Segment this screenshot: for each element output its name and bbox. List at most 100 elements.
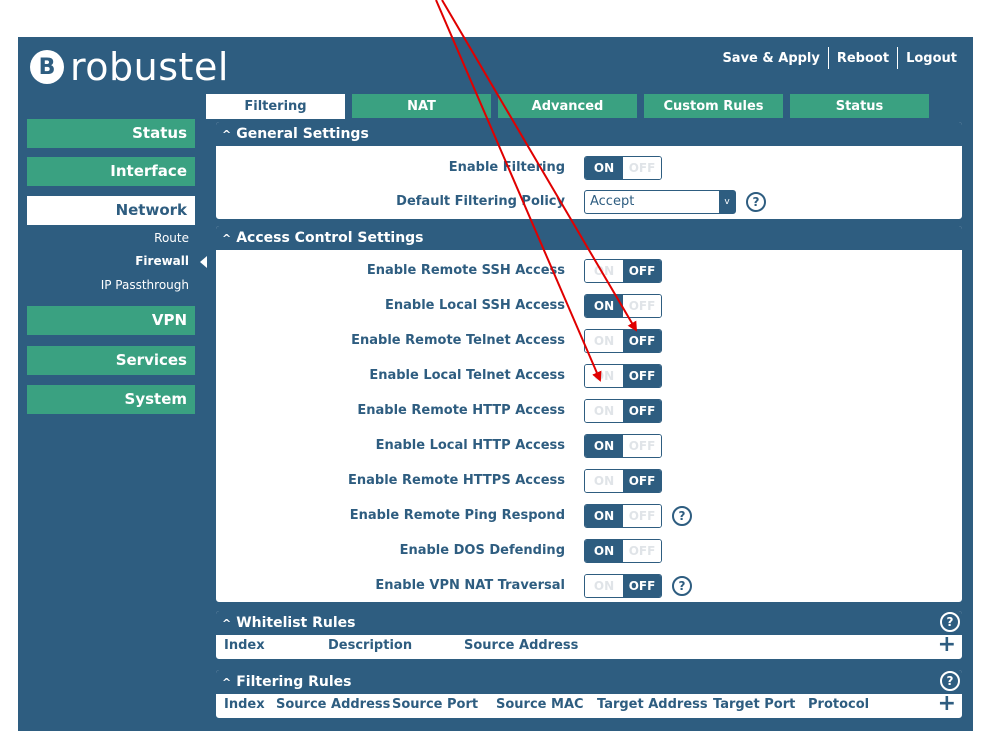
column-header: Source Port xyxy=(392,697,479,712)
toggle-on-part: ON xyxy=(585,540,623,562)
access-control-toggle[interactable]: ON OFF xyxy=(584,259,662,283)
access-control-row: Enable Remote HTTP Access ON OFF xyxy=(216,399,962,423)
enable-filtering-toggle[interactable]: ON OFF xyxy=(584,156,662,180)
help-icon[interactable]: ? xyxy=(940,612,960,632)
collapse-caret-icon: ^ xyxy=(222,616,232,630)
access-control-toggle[interactable]: ON OFF xyxy=(584,399,662,423)
access-control-row: Enable Local Telnet Access ON OFF xyxy=(216,364,962,388)
help-icon[interactable]: ? xyxy=(940,671,960,691)
tab-custom-rules[interactable]: Custom Rules xyxy=(644,94,783,118)
router-web-ui: B robustel Save & Apply Reboot Logout Fi… xyxy=(18,37,973,731)
toggle-on-part: ON xyxy=(585,435,623,457)
sidebar-item-services[interactable]: Services xyxy=(27,346,195,375)
help-icon[interactable]: ? xyxy=(672,506,692,526)
filtering-rules-header[interactable]: ^ Filtering Rules ? xyxy=(216,670,962,694)
add-whitelist-rule-icon[interactable]: + xyxy=(938,634,956,656)
toggle-off-part: OFF xyxy=(623,365,661,387)
column-header: Index xyxy=(224,638,265,653)
general-settings-header[interactable]: ^ General Settings xyxy=(216,122,962,146)
access-control-row: Enable Remote HTTPS Access ON OFF xyxy=(216,469,962,493)
sidebar-item-status[interactable]: Status xyxy=(27,119,195,148)
active-subitem-pointer xyxy=(200,256,207,268)
help-icon[interactable]: ? xyxy=(672,576,692,596)
access-control-toggle[interactable]: ON OFF xyxy=(584,574,662,598)
access-control-row: Enable Local HTTP Access ON OFF xyxy=(216,434,962,458)
filtering-rules-title: Filtering Rules xyxy=(236,674,352,690)
access-control-row: Enable Remote Telnet Access ON OFF xyxy=(216,329,962,353)
access-control-label: Enable Remote HTTP Access xyxy=(357,403,565,418)
toggle-off-part: OFF xyxy=(623,505,661,527)
filtering-rules-columns: Index Source Address Source Port Source … xyxy=(216,693,962,716)
tab-filtering[interactable]: Filtering xyxy=(206,94,345,119)
toggle-off-part: OFF xyxy=(623,295,661,317)
logout-link[interactable]: Logout xyxy=(898,51,965,66)
toggle-on-part: ON xyxy=(585,330,623,352)
tab-status[interactable]: Status xyxy=(790,94,929,118)
column-header: Protocol xyxy=(808,697,870,712)
toggle-off-part: OFF xyxy=(623,575,661,597)
toggle-off-part: OFF xyxy=(623,540,661,562)
access-control-row: Enable DOS Defending ON OFF xyxy=(216,539,962,563)
access-control-panel: ^ Access Control Settings Enable Remote … xyxy=(215,225,963,603)
header-actions: Save & Apply Reboot Logout xyxy=(714,47,965,69)
collapse-caret-icon: ^ xyxy=(222,231,232,245)
default-policy-select[interactable]: Accept v xyxy=(584,190,736,214)
access-control-toggle[interactable]: ON OFF xyxy=(584,504,662,528)
access-control-header[interactable]: ^ Access Control Settings xyxy=(216,226,962,250)
sidebar-item-network[interactable]: Network xyxy=(27,196,195,225)
column-header: Target Port xyxy=(713,697,796,712)
access-control-toggle[interactable]: ON OFF xyxy=(584,539,662,563)
whitelist-columns: Index Description Source Address + xyxy=(216,634,962,657)
access-control-toggle[interactable]: ON OFF xyxy=(584,364,662,388)
access-control-toggle[interactable]: ON OFF xyxy=(584,329,662,353)
access-control-row: Enable VPN NAT Traversal ON OFF? xyxy=(216,574,962,598)
access-control-label: Enable Remote SSH Access xyxy=(366,263,565,278)
tab-nat[interactable]: NAT xyxy=(352,94,491,118)
toggle-on-part: ON xyxy=(585,157,623,179)
access-control-title: Access Control Settings xyxy=(236,230,424,246)
column-header: Target Address xyxy=(597,697,708,712)
toggle-off-part: OFF xyxy=(623,330,661,352)
toggle-off-part: OFF xyxy=(623,260,661,282)
access-control-label: Enable Remote HTTPS Access xyxy=(348,473,565,488)
default-policy-row: Default Filtering Policy Accept v ? xyxy=(216,190,962,214)
robustel-logo-icon: B xyxy=(30,50,64,84)
access-control-label: Enable DOS Defending xyxy=(399,543,565,558)
toggle-off-part: OFF xyxy=(623,435,661,457)
filtering-rules-panel: ^ Filtering Rules ? Index Source Address… xyxy=(215,669,963,719)
whitelist-rules-header[interactable]: ^ Whitelist Rules ? xyxy=(216,611,962,635)
access-control-label: Enable Local Telnet Access xyxy=(369,368,565,383)
access-control-label: Enable Remote Ping Respond xyxy=(349,508,565,523)
toggle-on-part: ON xyxy=(585,575,623,597)
tab-advanced[interactable]: Advanced xyxy=(498,94,637,118)
sidebar-subitem-ip-passthrough[interactable]: IP Passthrough xyxy=(27,278,189,292)
tab-bar: Filtering NAT Advanced Custom Rules Stat… xyxy=(206,94,936,119)
collapse-caret-icon: ^ xyxy=(222,675,232,689)
access-control-row: Enable Remote SSH Access ON OFF xyxy=(216,259,962,283)
access-control-label: Enable Local HTTP Access xyxy=(375,438,565,453)
collapse-caret-icon: ^ xyxy=(222,127,232,141)
reboot-link[interactable]: Reboot xyxy=(829,51,897,66)
sidebar-item-vpn[interactable]: VPN xyxy=(27,306,195,335)
add-filtering-rule-icon[interactable]: + xyxy=(938,693,956,715)
enable-filtering-label: Enable Filtering xyxy=(448,160,565,175)
logo-text: robustel xyxy=(70,45,229,89)
sidebar-item-system[interactable]: System xyxy=(27,385,195,414)
column-header: Description xyxy=(328,638,413,653)
toggle-on-part: ON xyxy=(585,365,623,387)
sidebar-item-interface[interactable]: Interface xyxy=(27,157,195,186)
chevron-down-icon: v xyxy=(719,191,735,213)
access-control-toggle[interactable]: ON OFF xyxy=(584,294,662,318)
help-icon[interactable]: ? xyxy=(746,192,766,212)
enable-filtering-row: Enable Filtering ON OFF xyxy=(216,156,962,180)
access-control-toggle[interactable]: ON OFF xyxy=(584,469,662,493)
column-header: Index xyxy=(224,697,265,712)
sidebar-subitem-firewall[interactable]: Firewall xyxy=(27,254,189,268)
whitelist-rules-title: Whitelist Rules xyxy=(236,615,356,631)
toggle-on-part: ON xyxy=(585,260,623,282)
toggle-off-part: OFF xyxy=(623,400,661,422)
column-header: Source MAC xyxy=(496,697,584,712)
save-apply-link[interactable]: Save & Apply xyxy=(714,51,827,66)
sidebar-subitem-route[interactable]: Route xyxy=(27,231,189,245)
access-control-toggle[interactable]: ON OFF xyxy=(584,434,662,458)
